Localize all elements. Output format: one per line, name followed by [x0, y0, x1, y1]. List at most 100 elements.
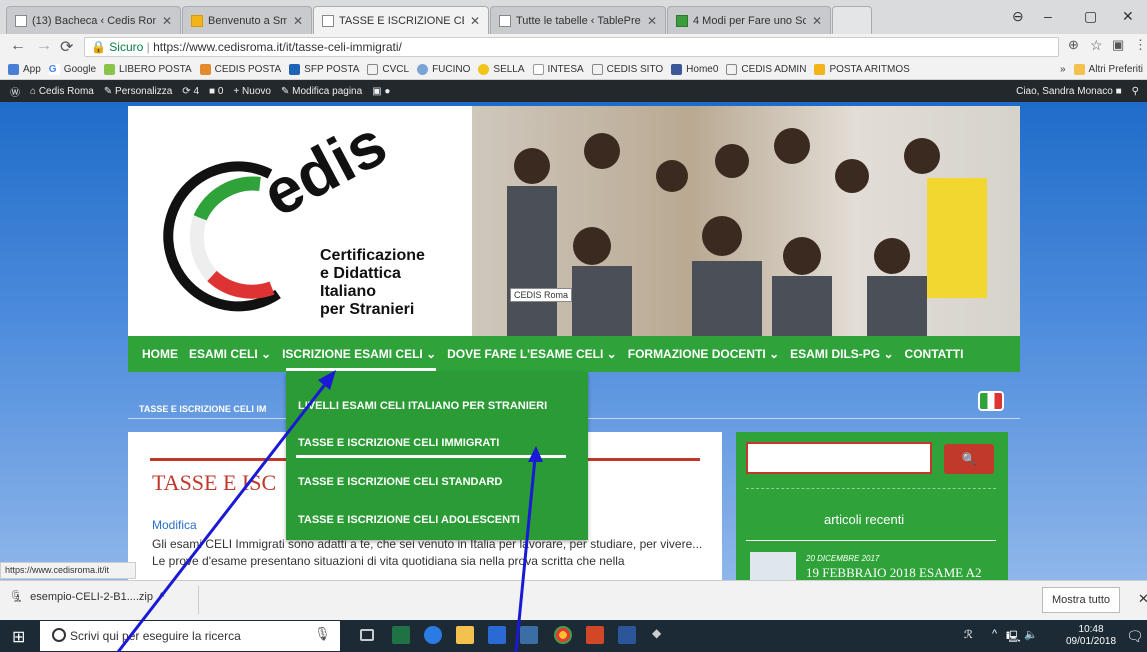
news-thumbnail[interactable] — [750, 552, 796, 580]
browser-tab[interactable]: Tutte le tabelle ‹ TablePre ✕ — [490, 6, 666, 34]
nav-dove-fare[interactable]: DOVE FARE L'ESAME CELI ⌄ — [447, 347, 617, 361]
nav-dils[interactable]: ESAMI DILS-PG ⌄ — [790, 347, 893, 361]
powerpoint-icon[interactable] — [586, 626, 604, 644]
menu-icon[interactable]: ⋮ — [1134, 37, 1147, 53]
zoom-icon[interactable]: ⊕ — [1068, 37, 1079, 53]
wp-site-link[interactable]: ⌂ Cedis Roma — [30, 86, 94, 97]
bookmark-cvcl[interactable]: CVCL — [367, 64, 409, 75]
nav-esami-celi[interactable]: ESAMI CELI ⌄ — [189, 347, 271, 361]
bookmark-cedis-sito[interactable]: CEDIS SITO — [591, 64, 663, 75]
divider — [198, 586, 199, 614]
close-window-button[interactable]: ✕ — [1122, 8, 1134, 25]
taskbar-clock[interactable]: 10:48 09/01/2018 — [1066, 624, 1116, 648]
page-icon — [591, 64, 603, 75]
wp-updates[interactable]: ⟳ 4 — [182, 86, 199, 97]
windows-start-icon[interactable]: ⊞ — [12, 627, 25, 647]
bookmark-apps[interactable]: App — [8, 64, 41, 75]
bookmark-cedis-posta[interactable]: CEDIS POSTA — [199, 64, 281, 75]
show-all-button[interactable]: Mostra tutto — [1042, 587, 1120, 613]
edit-link[interactable]: Modifica — [152, 518, 197, 532]
close-tab-icon[interactable]: ✕ — [470, 14, 480, 28]
close-icon[interactable]: ✕ — [1138, 591, 1147, 607]
app-icon[interactable] — [520, 626, 538, 644]
globe-icon — [417, 64, 429, 75]
close-tab-icon[interactable]: ✕ — [162, 14, 172, 28]
bookmark-sfp[interactable]: SFP POSTA — [289, 64, 359, 75]
volume-icon[interactable]: 🔈 — [1024, 628, 1038, 641]
close-tab-icon[interactable]: ✕ — [293, 14, 303, 28]
taskbar-search-input[interactable]: Scrivi qui per eseguire la ricerca — [40, 621, 340, 651]
wp-edit-page-link[interactable]: ✎ Modifica pagina — [281, 86, 362, 97]
bookmark-home0[interactable]: Home0 — [671, 64, 718, 75]
wp-new-link[interactable]: + Nuovo — [233, 86, 271, 97]
reload-icon[interactable]: ⟳ — [60, 37, 73, 57]
dropdown-item-livelli[interactable]: LIVELLI ESAMI CELI ITALIANO PER STRANIER… — [298, 400, 547, 412]
google-icon: G — [48, 64, 60, 75]
dropdown-item-adolescenti[interactable]: TASSE E ISCRIZIONE CELI ADOLESCENTI — [298, 514, 520, 526]
browser-tab-active[interactable]: TASSE E ISCRIZIONE CEL ✕ — [313, 6, 489, 34]
search-input[interactable] — [746, 442, 932, 474]
network-icon[interactable]: 🖳 — [1006, 628, 1021, 647]
address-input[interactable]: 🔒 Sicuro | https://www.cedisroma.it/it/t… — [84, 37, 1059, 57]
page-icon — [15, 14, 27, 27]
wp-comments[interactable]: ■ 0 — [209, 86, 223, 97]
search-icon[interactable]: ⚲ — [1132, 86, 1139, 97]
address-bar-row: ← → ⟳ 🔒 Sicuro | https://www.cedisroma.i… — [0, 34, 1147, 60]
nav-contatti[interactable]: CONTATTI — [905, 347, 964, 361]
maximize-button[interactable]: ▢ — [1084, 8, 1097, 25]
dropdown-item-standard[interactable]: TASSE E ISCRIZIONE CELI STANDARD — [298, 476, 502, 488]
nav-home[interactable]: HOME — [142, 347, 178, 361]
profile-icon[interactable]: ⊖ — [1012, 8, 1024, 25]
wordpress-icon[interactable]: Ⓦ — [10, 84, 20, 99]
forward-icon[interactable]: → — [36, 37, 52, 55]
mail-icon — [191, 14, 203, 27]
browser-tab[interactable]: Benvenuto a SmarterMa✕ — [182, 6, 312, 34]
bookmark-libero[interactable]: LIBERO POSTA — [104, 64, 192, 75]
file-explorer-icon[interactable] — [456, 626, 474, 644]
close-tab-icon[interactable]: ✕ — [647, 14, 657, 28]
nav-iscrizione[interactable]: ISCRIZIONE ESAMI CELI ⌄ — [282, 347, 436, 361]
bookmark-google[interactable]: G Google — [48, 64, 96, 75]
tray-chevron-icon[interactable]: ^ — [992, 628, 997, 640]
browser-tab[interactable]: (13) Bacheca ‹ Cedis Rom ✕ — [6, 6, 181, 34]
nav-formazione[interactable]: FORMAZIONE DOCENTI ⌄ — [628, 347, 779, 361]
bookmark-cedis-admin[interactable]: CEDIS ADMIN — [726, 64, 806, 75]
store-icon[interactable] — [488, 626, 506, 644]
wp-customize-link[interactable]: ✎ Personalizza — [104, 86, 172, 97]
wp-account-greeting[interactable]: Ciao, Sandra Monaco ■ — [1016, 86, 1122, 97]
news-date: 20 DICEMBRE 2017 — [806, 554, 880, 563]
bookmark-intesa[interactable]: INTESA — [532, 64, 584, 75]
dropdown-item-immigrati[interactable]: TASSE E ISCRIZIONE CELI IMMIGRATI — [298, 437, 499, 449]
lock-icon: 🔒 — [91, 40, 106, 54]
close-tab-icon[interactable]: ✕ — [812, 14, 822, 28]
chrome-icon[interactable] — [554, 626, 572, 644]
notifications-icon[interactable]: 🗨 — [1126, 628, 1144, 645]
minimize-button[interactable]: – — [1044, 8, 1052, 24]
mail-icon — [814, 64, 826, 75]
people-icon[interactable]: ℛ — [964, 628, 973, 641]
excel-icon[interactable] — [392, 626, 410, 644]
wp-seo-icon[interactable]: ▣ ● — [372, 86, 390, 97]
edge-icon[interactable] — [424, 626, 442, 644]
news-title[interactable]: 19 FEBBRAIO 2018 ESAME A2 — [806, 565, 982, 581]
task-view-icon[interactable] — [360, 629, 374, 641]
word-icon[interactable] — [618, 626, 636, 644]
cedis-logo[interactable]: edis Certificazione e Didattica Italiano… — [160, 126, 480, 336]
chevron-up-icon[interactable]: ^ — [159, 591, 164, 603]
search-button[interactable]: 🔍 — [944, 444, 994, 474]
microphone-icon[interactable]: 🎙 — [314, 626, 332, 644]
bookmark-other[interactable]: Altri Preferiti — [1073, 64, 1143, 75]
download-item[interactable]: 🗜 esempio-CELI-2-B1....zip ^ — [10, 590, 164, 603]
star-icon[interactable]: ☆ — [1090, 37, 1103, 54]
bookmark-sella[interactable]: SELLA — [478, 64, 525, 75]
extension-icon[interactable]: ▣ — [1112, 37, 1124, 53]
bookmarks-overflow[interactable]: » — [1060, 64, 1066, 75]
bookmark-aritmos[interactable]: POSTA ARITMOS — [814, 64, 910, 75]
italian-flag-icon[interactable] — [978, 391, 1004, 411]
browser-tab[interactable]: 4 Modi per Fare uno Scre ✕ — [667, 6, 831, 34]
app-icon[interactable]: ◆ — [652, 626, 670, 644]
bookmark-fucino[interactable]: FUCINO — [417, 64, 470, 75]
back-icon[interactable]: ← — [10, 37, 26, 55]
new-tab-button[interactable] — [832, 6, 872, 34]
folder-icon — [1073, 64, 1085, 75]
